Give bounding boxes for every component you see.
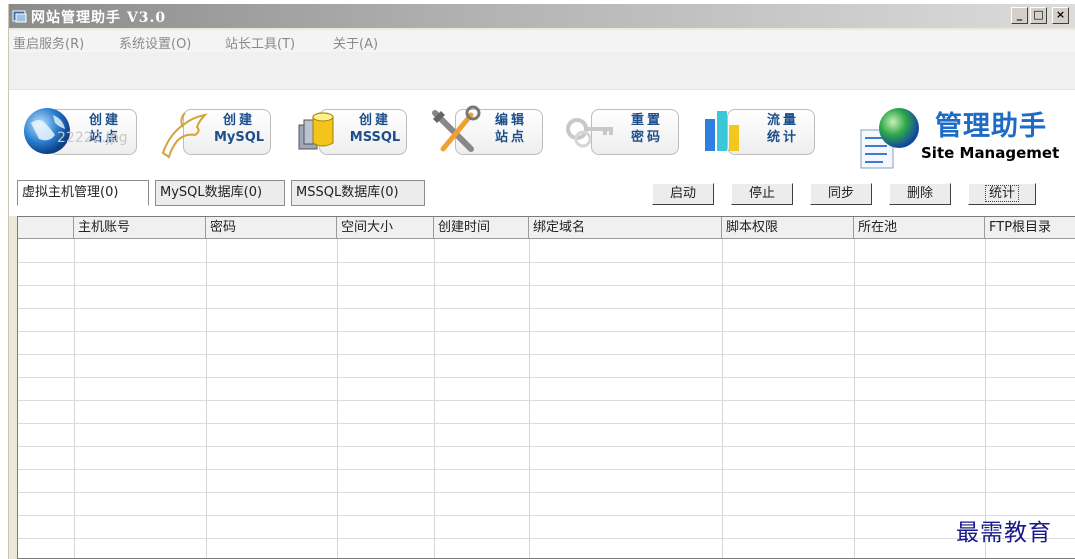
- row-divider: [18, 469, 1075, 470]
- minimize-button[interactable]: _: [1011, 7, 1028, 24]
- row-divider: [18, 262, 1075, 263]
- tools-icon: [432, 105, 481, 152]
- label-line2: 统计: [766, 130, 799, 145]
- label-line1: 重置: [630, 113, 663, 128]
- menu-bar: 重启服务(R) 系统设置(O) 站长工具(T) 关于(A): [9, 30, 1075, 52]
- create-mssql-button[interactable]: 创建 MSSQL: [291, 105, 409, 159]
- traffic-stats-button[interactable]: 流量 统计: [699, 105, 817, 159]
- menu-restart-service[interactable]: 重启服务(R): [13, 33, 84, 52]
- menu-webmaster-tools[interactable]: 站长工具(T): [225, 33, 295, 52]
- column-divider: [74, 239, 75, 558]
- label-line1: 编辑: [494, 113, 527, 128]
- maximize-button[interactable]: □: [1030, 7, 1047, 24]
- toolbar-strip: [9, 52, 1075, 90]
- menu-system-settings[interactable]: 系统设置(O): [119, 33, 191, 52]
- watermark: 最需教育: [956, 520, 1052, 546]
- logo-globe-icon: [860, 108, 919, 169]
- stats-button-label: 统计: [984, 185, 1019, 202]
- brand-logo: 管理助手 Site Managemet: [855, 104, 1073, 174]
- row-divider: [18, 515, 1075, 516]
- tab-mssql[interactable]: MSSQL数据库(0): [291, 180, 425, 206]
- logo-title-cn: 管理助手: [935, 111, 1047, 142]
- traffic-stats-label: 流量 统计: [753, 112, 813, 146]
- sync-button[interactable]: 同步: [810, 183, 872, 205]
- row-divider: [18, 331, 1075, 332]
- create-mysql-label: 创建 MySQL: [209, 112, 269, 146]
- tab-virtual-hosts[interactable]: 虚拟主机管理(0): [17, 180, 149, 206]
- edit-site-label: 编辑 站点: [481, 112, 541, 146]
- column-header-created[interactable]: 创建时间: [434, 217, 529, 239]
- column-divider: [985, 239, 986, 558]
- row-divider: [18, 308, 1075, 309]
- database-icon: [298, 112, 334, 150]
- label-line1: 创建: [358, 113, 391, 128]
- column-header-password[interactable]: 密码: [206, 217, 337, 239]
- label-line2: 密码: [630, 130, 663, 145]
- label-line1: 创建: [88, 113, 121, 128]
- window-title: 网站管理助手 V3.0: [31, 10, 167, 26]
- label-line2: 站点: [494, 130, 527, 145]
- delete-button[interactable]: 删除: [889, 183, 951, 205]
- column-header-select[interactable]: [18, 217, 74, 239]
- start-button[interactable]: 启动: [652, 183, 714, 205]
- edit-site-button[interactable]: 编辑 站点: [427, 105, 545, 159]
- column-header-ftp-root[interactable]: FTP根目录: [985, 217, 1075, 239]
- column-divider: [854, 239, 855, 558]
- row-divider: [18, 377, 1075, 378]
- create-mssql-label: 创建 MSSQL: [345, 112, 405, 146]
- column-header-space[interactable]: 空间大小: [337, 217, 434, 239]
- column-header-script-perms[interactable]: 脚本权限: [722, 217, 854, 239]
- row-divider: [18, 423, 1075, 424]
- column-header-domains[interactable]: 绑定域名: [529, 217, 722, 239]
- bar-chart-icon: [705, 111, 739, 151]
- title-bar[interactable]: 网站管理助手 V3.0 _ □ ×: [9, 4, 1075, 28]
- column-divider: [529, 239, 530, 558]
- menu-about[interactable]: 关于(A): [333, 33, 378, 52]
- column-divider: [337, 239, 338, 558]
- stop-button[interactable]: 停止: [731, 183, 793, 205]
- host-table[interactable]: 主机账号 密码 空间大小 创建时间 绑定域名 脚本权限 所在池 FTP根目录: [17, 216, 1075, 559]
- table-header: 主机账号 密码 空间大小 创建时间 绑定域名 脚本权限 所在池 FTP根目录: [18, 217, 1075, 239]
- drag-ghost-filename: 22222.jpg: [57, 130, 128, 146]
- row-divider: [18, 354, 1075, 355]
- label-line2: MSSQL: [349, 130, 401, 145]
- column-divider: [434, 239, 435, 558]
- tab-mysql[interactable]: MySQL数据库(0): [155, 180, 285, 206]
- row-divider: [18, 538, 1075, 539]
- close-button[interactable]: ×: [1052, 7, 1069, 24]
- row-divider: [18, 446, 1075, 447]
- reset-password-label: 重置 密码: [617, 112, 677, 146]
- row-divider: [18, 285, 1075, 286]
- row-divider: [18, 492, 1075, 493]
- label-line1: 创建: [222, 113, 255, 128]
- logo-title-en: Site Managemet: [921, 144, 1060, 162]
- dolphin-icon: [161, 112, 208, 159]
- column-header-pool[interactable]: 所在池: [854, 217, 985, 239]
- column-divider: [722, 239, 723, 558]
- keys-icon: [566, 118, 613, 148]
- row-divider: [18, 400, 1075, 401]
- label-line2: MySQL: [213, 130, 265, 145]
- stats-button[interactable]: 统计: [968, 183, 1036, 205]
- app-window: 网站管理助手 V3.0 _ □ × 重启服务(R) 系统设置(O) 站长工具(T…: [8, 4, 1075, 559]
- create-mysql-button[interactable]: 创建 MySQL: [155, 105, 273, 159]
- column-divider: [206, 239, 207, 558]
- label-line1: 流量: [766, 113, 799, 128]
- app-icon: [12, 10, 27, 23]
- column-header-host-account[interactable]: 主机账号: [74, 217, 206, 239]
- reset-password-button[interactable]: 重置 密码: [563, 105, 681, 159]
- tab-strip: 虚拟主机管理(0) MySQL数据库(0) MSSQL数据库(0) 启动 停止 …: [9, 180, 1075, 216]
